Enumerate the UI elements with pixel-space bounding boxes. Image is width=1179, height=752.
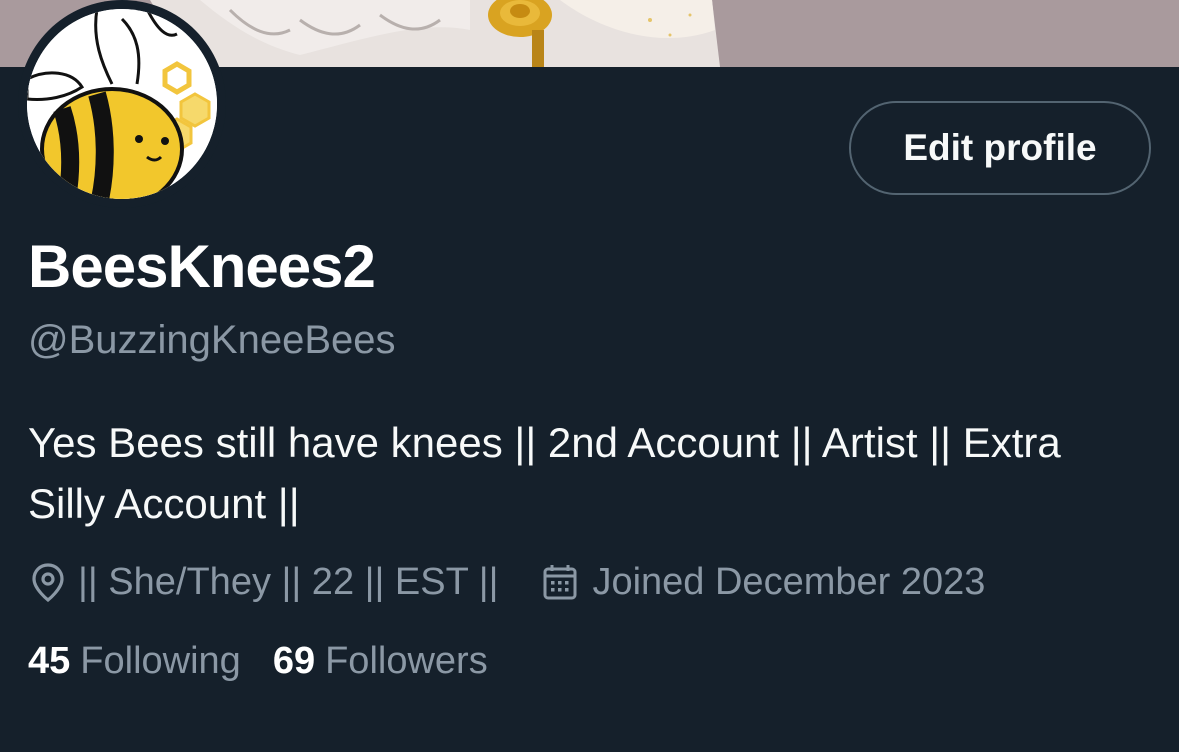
avatar-image — [27, 9, 217, 199]
followers-count: 69 — [272, 640, 316, 682]
calendar-icon — [542, 563, 578, 601]
location-text: || She/They || 22 || EST || — [78, 560, 499, 603]
display-name: BeesKnees2 — [28, 233, 376, 300]
followers-link[interactable]: 69 Followers — [273, 640, 488, 683]
avatar[interactable] — [18, 0, 226, 208]
joined-date: Joined December 2023 — [592, 560, 986, 603]
profile-meta-row: || She/They || 22 || EST || Joined Decem… — [30, 556, 985, 608]
followers-label: Followers — [325, 640, 488, 682]
following-label: Following — [80, 640, 241, 682]
edit-profile-button[interactable]: Edit profile — [849, 101, 1151, 195]
profile-bio: Yes Bees still have knees || 2nd Account… — [28, 419, 1061, 527]
following-count: 45 — [28, 640, 71, 682]
location-pin-icon — [30, 562, 66, 602]
user-handle: @BuzzingKneeBees — [28, 318, 396, 362]
following-link[interactable]: 45 Following — [28, 640, 241, 683]
follow-stats: 45 Following 69 Followers — [28, 640, 488, 683]
